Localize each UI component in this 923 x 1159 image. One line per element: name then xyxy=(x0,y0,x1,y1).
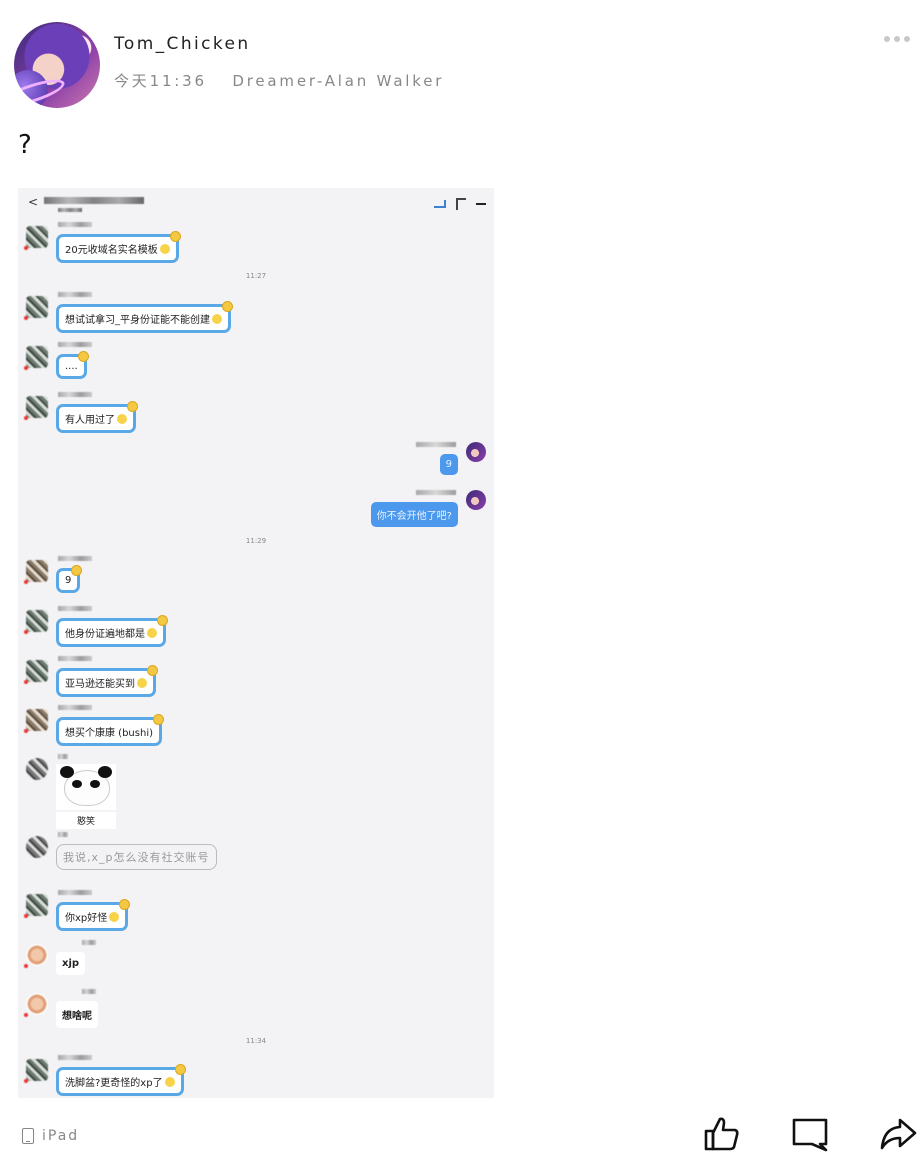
blurred-sender-name xyxy=(58,832,68,837)
more-dots-icon[interactable] xyxy=(884,36,910,42)
topbar-blue-icon xyxy=(434,200,446,208)
sweat-emoji-icon xyxy=(164,1077,175,1087)
badge-icon xyxy=(71,565,83,576)
badge-icon xyxy=(169,231,181,242)
message-bubble: 他身份证遍地都是 xyxy=(56,615,168,647)
own-message-bubble: 9 xyxy=(439,454,458,475)
comment-icon xyxy=(792,1118,828,1152)
message-bubble: 你xp好怪 xyxy=(56,899,131,931)
share-button[interactable] xyxy=(876,1112,920,1156)
blurred-sender-name xyxy=(58,342,92,347)
blurred-avatar xyxy=(26,836,48,858)
badge-icon xyxy=(127,401,138,412)
badge-icon xyxy=(174,1064,186,1075)
blurred-sender-name xyxy=(58,556,92,561)
user-avatar[interactable] xyxy=(14,22,100,108)
post-meta: 今天11:36 Dreamer-Alan Walker xyxy=(114,70,462,91)
smile-emoji-icon xyxy=(109,912,120,922)
own-avatar xyxy=(466,442,486,462)
blurred-sender-name xyxy=(58,705,92,710)
message-bubble: 洗脚盆?更奇怪的xp了 xyxy=(56,1064,186,1096)
own-message-bubble: 你不会开他了吧? xyxy=(370,502,458,527)
device-name: iPad xyxy=(42,1128,80,1144)
sweat-emoji-icon xyxy=(117,414,127,424)
blurred-avatar xyxy=(24,993,48,1017)
own-chat-message: 你不会开他了吧? xyxy=(336,490,486,530)
post-text: ? xyxy=(18,130,32,160)
post-actions xyxy=(700,1112,920,1156)
blurred-sender-name xyxy=(416,490,456,495)
topbar-people-icon xyxy=(456,198,466,210)
blurred-avatar xyxy=(24,660,48,684)
message-bubble: .... xyxy=(56,351,89,379)
blurred-avatar xyxy=(24,944,48,968)
chat-timestamp: 11:27 xyxy=(245,272,267,280)
badge-icon xyxy=(119,899,131,910)
blurred-avatar xyxy=(24,1059,48,1083)
blurred-sender-name xyxy=(58,606,92,611)
blurred-sender-name xyxy=(58,222,92,227)
post-time: 今天11:36 xyxy=(114,72,207,90)
back-arrow-icon: < xyxy=(28,195,39,209)
blurred-chat-subtitle xyxy=(58,208,82,212)
badge-icon xyxy=(77,351,89,362)
panda-sticker xyxy=(56,764,116,810)
badge-icon xyxy=(147,665,158,676)
blurred-sender-name xyxy=(58,1055,92,1060)
message-bubble: 我说,x_p怎么没有社交账号 xyxy=(56,844,217,870)
blurred-sender-name xyxy=(416,442,456,447)
blurred-avatar xyxy=(24,610,48,634)
topbar-icons xyxy=(434,198,486,210)
badge-icon xyxy=(222,301,233,312)
chat-sticker-message: 憨笑 xyxy=(26,754,146,834)
blurred-avatar xyxy=(24,709,48,733)
thumbs-up-icon xyxy=(704,1117,739,1151)
share-icon xyxy=(880,1118,917,1150)
smile-emoji-icon xyxy=(137,678,147,688)
blurred-sender-name xyxy=(58,292,92,297)
sticker-caption: 憨笑 xyxy=(56,812,116,829)
like-button[interactable] xyxy=(700,1112,744,1156)
username[interactable]: Tom_Chicken xyxy=(114,34,251,54)
attached-chat-screenshot[interactable]: < 20元收域名实名模板 11:27 想试试拿习_平身份证能不能创建 .... … xyxy=(18,188,494,1098)
blurred-avatar xyxy=(24,346,48,370)
song-tag[interactable]: Dreamer-Alan Walker xyxy=(232,72,444,90)
badge-icon xyxy=(153,714,164,725)
smile-emoji-icon xyxy=(159,244,170,254)
blurred-avatar xyxy=(24,296,48,320)
blurred-chat-title xyxy=(44,197,144,204)
smile-emoji-icon xyxy=(147,628,157,638)
blurred-sender-name xyxy=(58,890,92,895)
message-bubble: 想啥呢 xyxy=(56,1001,98,1028)
blurred-sender-name xyxy=(58,754,68,759)
badge-icon xyxy=(157,615,168,626)
message-bubble: 20元收域名实名模板 xyxy=(56,231,181,263)
chat-timestamp: 11:29 xyxy=(245,537,267,545)
message-bubble: 有人用过了 xyxy=(56,401,138,433)
blurred-avatar xyxy=(24,396,48,420)
topbar-menu-icon xyxy=(476,203,486,205)
blurred-avatar xyxy=(24,560,48,584)
blurred-avatar xyxy=(26,758,48,780)
message-bubble: xjp xyxy=(56,952,86,975)
device-label: iPad xyxy=(22,1128,79,1144)
blurred-avatar xyxy=(24,894,48,918)
blurred-avatar xyxy=(24,226,48,250)
own-avatar xyxy=(466,490,486,510)
comment-button[interactable] xyxy=(788,1112,832,1156)
blurred-sender-name xyxy=(58,392,92,397)
chat-timestamp: 11:34 xyxy=(245,1037,267,1045)
smile-emoji-icon xyxy=(212,314,222,324)
blurred-sender-name xyxy=(58,656,92,661)
blurred-sender-name xyxy=(82,989,96,994)
message-bubble: 想买个康康 (bushi) xyxy=(56,714,164,746)
message-bubble: 9 xyxy=(56,565,83,593)
blurred-sender-name xyxy=(82,940,96,945)
own-chat-message: 9 xyxy=(366,442,486,482)
message-bubble: 亚马逊还能买到 xyxy=(56,665,158,697)
chat-topbar: < xyxy=(18,188,494,216)
ipad-icon xyxy=(22,1128,34,1144)
message-bubble: 想试试拿习_平身份证能不能创建 xyxy=(56,301,233,333)
